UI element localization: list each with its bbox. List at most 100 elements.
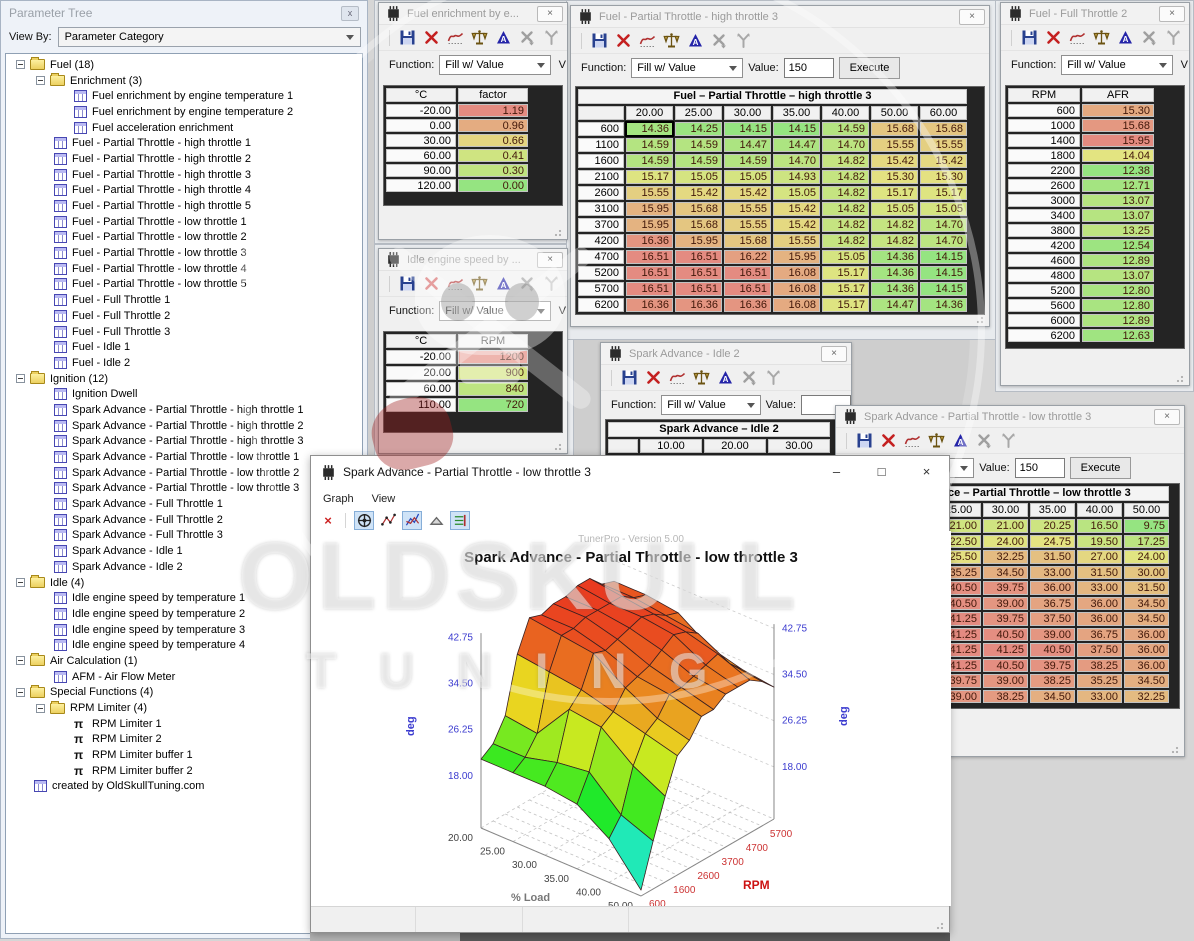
- save-icon[interactable]: [621, 369, 638, 386]
- tree-item[interactable]: Fuel - Full Throttle 2: [8, 308, 362, 324]
- table-cell[interactable]: 14.36: [871, 250, 918, 264]
- table-cell[interactable]: 14.47: [724, 138, 771, 152]
- table-cell[interactable]: 39.00: [983, 597, 1028, 611]
- table-cell[interactable]: 15.42: [675, 186, 722, 200]
- table-cell[interactable]: 14.36: [871, 282, 918, 296]
- table-cell[interactable]: 16.51: [626, 282, 673, 296]
- table-cell[interactable]: 14.93: [773, 170, 820, 184]
- table-cell[interactable]: 840: [458, 382, 528, 396]
- table-cell[interactable]: 14.70: [920, 218, 967, 232]
- table-cell[interactable]: 16.08: [773, 282, 820, 296]
- collapse-icon[interactable]: [16, 374, 25, 383]
- titlebar[interactable]: Fuel enrichment by e...×: [379, 3, 567, 25]
- clear-icon[interactable]: [880, 432, 897, 449]
- table-cell[interactable]: 12.38: [1082, 164, 1154, 177]
- table-cell[interactable]: 14.59: [675, 154, 722, 168]
- close-icon[interactable]: x: [341, 6, 359, 21]
- table-cell[interactable]: 14.15: [920, 266, 967, 280]
- table-cell[interactable]: 0.66: [458, 134, 528, 147]
- table-cell[interactable]: 14.70: [773, 154, 820, 168]
- table-cell[interactable]: 0.30: [458, 164, 528, 177]
- table-cell[interactable]: 15.68: [675, 202, 722, 216]
- map-editor-icon[interactable]: A: [495, 275, 512, 292]
- table-cell[interactable]: 14.47: [871, 298, 918, 312]
- tree-item[interactable]: Fuel enrichment by engine temperature 1: [8, 88, 362, 104]
- tree-item[interactable]: Idle engine speed by temperature 1: [8, 590, 362, 606]
- table-cell[interactable]: 34.50: [1124, 597, 1169, 611]
- close-button[interactable]: ×: [904, 457, 949, 487]
- table-cell[interactable]: 14.15: [724, 122, 771, 136]
- table-cell[interactable]: 720: [458, 398, 528, 412]
- compare-icon[interactable]: [1093, 29, 1110, 46]
- close-icon[interactable]: ×: [959, 9, 985, 25]
- table-cell[interactable]: 34.50: [1124, 674, 1169, 688]
- save-icon[interactable]: [399, 29, 416, 46]
- table-cell[interactable]: 15.55: [773, 234, 820, 248]
- table-cell[interactable]: 12.89: [1082, 314, 1154, 327]
- table-cell[interactable]: 16.51: [724, 266, 771, 280]
- tree-item[interactable]: Fuel - Partial Throttle - high throttle …: [8, 151, 362, 167]
- table-cell[interactable]: 35.25: [1077, 674, 1122, 688]
- table-cell[interactable]: 15.68: [871, 122, 918, 136]
- table-cell[interactable]: 15.55: [724, 218, 771, 232]
- tree-item[interactable]: AFM - Air Flow Meter: [8, 669, 362, 685]
- tree-item[interactable]: Spark Advance - Full Throttle 2: [8, 512, 362, 528]
- view-by-select[interactable]: Parameter Category: [58, 27, 361, 47]
- value-input[interactable]: [784, 58, 834, 78]
- curve-icon[interactable]: [1069, 29, 1086, 46]
- tree-item[interactable]: Spark Advance - Partial Throttle - high …: [8, 402, 362, 418]
- compare-icon[interactable]: [471, 275, 488, 292]
- tree-item[interactable]: Ignition Dwell: [8, 386, 362, 402]
- tree-item[interactable]: Fuel acceleration enrichment: [8, 120, 362, 136]
- table-cell[interactable]: 33.00: [1077, 690, 1122, 704]
- table-cell[interactable]: 37.50: [1030, 612, 1075, 626]
- table-cell[interactable]: 16.51: [675, 266, 722, 280]
- resize-grip[interactable]: [976, 314, 986, 324]
- table-cell[interactable]: 17.25: [1124, 535, 1169, 549]
- tree-item[interactable]: Spark Advance - Partial Throttle - low t…: [8, 465, 362, 481]
- table-cell[interactable]: 15.17: [822, 266, 869, 280]
- table-cell[interactable]: 14.70: [920, 234, 967, 248]
- function-select[interactable]: Fill w/ Value: [439, 301, 551, 321]
- compare-icon[interactable]: [928, 432, 945, 449]
- table-cell[interactable]: 16.36: [675, 298, 722, 312]
- resize-grip[interactable]: [1171, 744, 1181, 754]
- table-cell[interactable]: 14.59: [675, 138, 722, 152]
- table-cell[interactable]: 14.82: [822, 186, 869, 200]
- table-cell[interactable]: 12.80: [1082, 284, 1154, 297]
- resize-grip[interactable]: [554, 227, 564, 237]
- table-cell[interactable]: 36.00: [1077, 612, 1122, 626]
- collapse-icon[interactable]: [36, 76, 45, 85]
- table-cell[interactable]: 14.70: [822, 138, 869, 152]
- table-cell[interactable]: 13.07: [1082, 209, 1154, 222]
- table-cell[interactable]: 16.51: [626, 250, 673, 264]
- table-cell[interactable]: 14.04: [1082, 149, 1154, 162]
- table-cell[interactable]: 12.54: [1082, 239, 1154, 252]
- table-cell[interactable]: 19.50: [1077, 535, 1122, 549]
- table-cell[interactable]: 38.25: [1077, 659, 1122, 673]
- close-icon[interactable]: ×: [1154, 409, 1180, 425]
- tree-item[interactable]: Fuel - Partial Throttle - low throttle 5: [8, 277, 362, 293]
- table-cell[interactable]: 15.95: [626, 218, 673, 232]
- table-cell[interactable]: 31.50: [1124, 581, 1169, 595]
- table-cell[interactable]: 15.05: [675, 170, 722, 184]
- tree-item[interactable]: Spark Advance - Partial Throttle - high …: [8, 434, 362, 450]
- table-cell[interactable]: 21.00: [983, 519, 1028, 533]
- table-cell[interactable]: 16.08: [773, 266, 820, 280]
- tree-item[interactable]: πRPM Limiter buffer 2: [8, 763, 362, 779]
- table-cell[interactable]: 36.00: [1124, 643, 1169, 657]
- table-cell[interactable]: 31.50: [1077, 566, 1122, 580]
- tree-item[interactable]: Air Calculation (1): [8, 653, 362, 669]
- function-select[interactable]: Fill w/ Value: [661, 395, 760, 415]
- table-cell[interactable]: 1200: [458, 350, 528, 364]
- table-cell[interactable]: 15.17: [822, 298, 869, 312]
- table-cell[interactable]: 0.41: [458, 149, 528, 162]
- table-cell[interactable]: 14.36: [626, 122, 673, 136]
- save-icon[interactable]: [856, 432, 873, 449]
- collapse-icon[interactable]: [16, 688, 25, 697]
- table-cell[interactable]: 24.00: [1124, 550, 1169, 564]
- tree-item[interactable]: Fuel - Partial Throttle - low throttle 2: [8, 230, 362, 246]
- plane-view-icon[interactable]: [426, 511, 446, 530]
- map-editor-icon[interactable]: A: [687, 32, 704, 49]
- execute-button[interactable]: Execute: [839, 57, 901, 79]
